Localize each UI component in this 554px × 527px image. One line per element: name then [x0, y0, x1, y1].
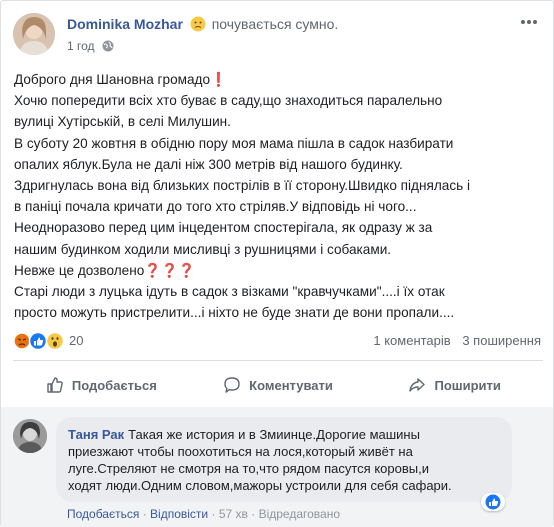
reactions-bar: 20 1 коментарів 3 поширення	[13, 331, 543, 351]
divider	[13, 360, 543, 361]
post-text-line: Невже це дозволено❓❓❓	[14, 262, 196, 278]
post-text-line: Здригнулась вона від близьких пострілів …	[14, 178, 471, 194]
sad-face-icon	[190, 16, 206, 32]
like-reaction-icon	[485, 494, 501, 510]
share-button[interactable]: Поширити	[366, 367, 543, 403]
post-header: Dominika Mozhar почувається сумно. 1 год	[13, 13, 543, 59]
separator: ·	[211, 507, 216, 521]
comment-like-link[interactable]: Подобається	[67, 507, 139, 521]
more-options-icon[interactable]	[519, 15, 539, 27]
comments-section: Таня Рак Такая же история и в Змиинце.Дор…	[1, 407, 553, 527]
comment-button[interactable]: Коментувати	[190, 367, 367, 403]
post-actions: Подобається Коментувати Поширити	[13, 367, 543, 403]
post-text-line: Неодноразово перед цим інцедентом спосте…	[14, 220, 433, 236]
author-avatar[interactable]	[13, 13, 55, 55]
comments-count[interactable]: 1 коментарів	[373, 333, 450, 348]
commenter-name[interactable]: Таня Рак	[68, 427, 124, 442]
comment-edited[interactable]: Відредаговано	[259, 507, 340, 521]
comment-label: Коментувати	[249, 377, 333, 393]
post-time: 1 год	[67, 39, 114, 53]
comment-icon	[224, 377, 240, 393]
author-line: Dominika Mozhar почувається сумно.	[67, 16, 338, 32]
post-text-line: нашим будинком ходили мисливці з рушниця…	[14, 241, 392, 257]
comment-bubble: Таня Рак Такая же история и в Змиинце.Дор…	[56, 417, 512, 502]
post-body: Доброго дня Шановна громадо❗ Хочю попере…	[14, 69, 544, 323]
wow-reaction-icon	[45, 331, 65, 351]
like-label: Подобається	[71, 377, 157, 393]
timestamp[interactable]: 1 год	[67, 39, 95, 53]
post-text-line: Доброго дня Шановна громадо❗	[14, 72, 227, 87]
engagement-counts: 1 коментарів 3 поширення	[373, 333, 541, 348]
reaction-count[interactable]: 20	[69, 333, 83, 348]
commenter-avatar[interactable]	[13, 419, 47, 453]
share-icon	[409, 378, 426, 392]
comment-text-line: Такая же история и в Змиинце.Дорогие маш…	[128, 427, 420, 442]
comment-text-line: ходят люди.Одним словом,мажоры устроили …	[68, 478, 452, 493]
post-text-line: просто можуть пристрелити...і ніхто не б…	[14, 305, 455, 321]
comment-first-line: Таня Рак Такая же история и в Змиинце.Дор…	[68, 426, 500, 443]
comment-time[interactable]: 57 хв	[219, 507, 248, 521]
thumbs-up-icon	[47, 377, 63, 393]
post-text-line: В суботу 20 жовтня в обідню пору моя мам…	[14, 135, 454, 151]
angry-reaction-icon	[13, 332, 31, 350]
share-label: Поширити	[434, 377, 501, 393]
comment-like-badge[interactable]	[481, 493, 505, 511]
globe-icon	[102, 40, 114, 52]
post-text-line: вулиці Хутірській, в селі Милушин.	[14, 114, 231, 130]
post-text-line: Старі люди з луцька ідуть в садок з візк…	[14, 284, 445, 300]
like-reaction-icon	[28, 331, 48, 351]
comment-actions: Подобається · Відповісти · 57 хв · Відре…	[67, 507, 340, 521]
post-text-line: Хочю попередити всіх хто буває в саду,що…	[14, 93, 443, 109]
comment-reply-link[interactable]: Відповісти	[150, 507, 208, 521]
separator: ·	[251, 507, 256, 521]
shares-count[interactable]: 3 поширення	[462, 333, 541, 348]
feeling-text: почувається сумно.	[211, 16, 339, 32]
comment-text-line: луге.Стреляют не смотря на то,что рядом …	[68, 461, 429, 476]
facebook-post: Dominika Mozhar почувається сумно. 1 год	[0, 0, 554, 527]
post-text-line: опалих яблук.Була не далі ніж 300 метрів…	[14, 156, 403, 172]
author-name[interactable]: Dominika Mozhar	[67, 16, 183, 32]
comment-text-line: приезжают чтобы поохотиться на лося,кото…	[68, 444, 413, 459]
separator: ·	[142, 507, 147, 521]
post-text-line: в паніці почала кричати до того хто стрі…	[14, 199, 417, 215]
reaction-icons[interactable]	[13, 331, 67, 351]
like-button[interactable]: Подобається	[13, 367, 190, 403]
